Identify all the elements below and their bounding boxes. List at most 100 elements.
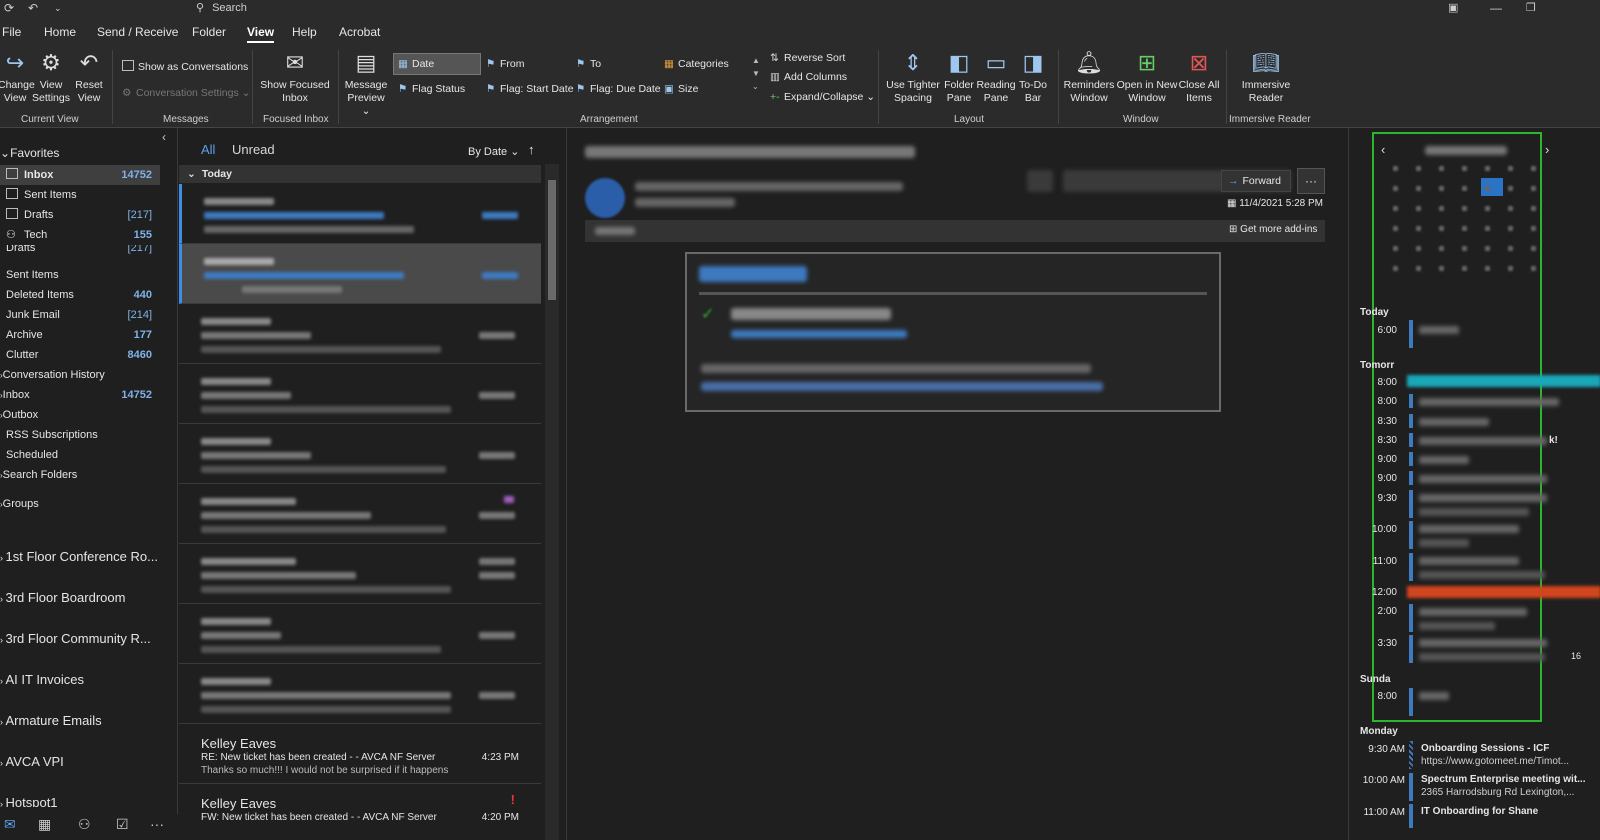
event-title-redacted[interactable] [1419,639,1547,647]
open-in-new-window-button[interactable]: ⊞ Open in New Window [1116,46,1178,105]
calendar-day-redacted[interactable] [1508,226,1513,231]
list-item[interactable] [179,304,541,364]
groups-header[interactable]: ›Groups [0,494,160,514]
reset-view-button[interactable]: ↶ Reset View [72,46,106,105]
calendar-day-redacted[interactable] [1531,166,1536,171]
event-title-redacted[interactable] [1419,557,1519,565]
folder-archive[interactable]: Archive 177 [0,325,160,345]
folder-sent-items[interactable]: Sent Items [0,265,160,285]
list-item[interactable] [179,484,541,544]
calendar-day-redacted[interactable] [1393,266,1398,271]
calendar-day-redacted[interactable] [1531,206,1536,211]
calendar-day-redacted[interactable] [1439,226,1444,231]
view-settings-button[interactable]: ⚙ View Settings [32,46,70,105]
calendar-day-redacted[interactable] [1416,206,1421,211]
calendar-day-redacted[interactable] [1416,166,1421,171]
favorite-drafts[interactable]: Drafts [217] [0,205,160,225]
event-title[interactable]: IT Onboarding for Shane [1421,806,1538,817]
show-as-conversations-checkbox[interactable]: Show as Conversations [122,60,248,73]
sync-icon[interactable]: ⟳ [4,1,14,15]
calendar-day-redacted[interactable] [1485,246,1490,251]
sort-direction-icon[interactable]: ↑ [528,142,535,157]
reminders-window-button[interactable]: 🔔︎ Reminders Window [1062,46,1116,105]
folder-clutter[interactable]: Clutter 8460 [0,345,160,365]
list-item[interactable] [179,664,541,724]
mail-icon[interactable]: ✉ [4,816,16,833]
calendar-day-redacted[interactable] [1508,186,1513,191]
list-item[interactable] [179,424,541,484]
action-button-redacted[interactable] [1027,170,1053,192]
shared-mailbox[interactable]: › AI IT Invoices [0,672,84,687]
shared-mailbox[interactable]: › 3rd Floor Community R... [0,631,151,646]
search-box[interactable]: ⚲ Search [196,0,456,16]
arrange-flag-due-button[interactable]: ⚑ Flag: Due Date [576,83,661,95]
calendar-day-redacted[interactable] [1393,166,1398,171]
arrange-flag-start-button[interactable]: ⚑ Flag: Start Date [486,83,574,95]
minimize-icon[interactable]: — [1490,1,1502,15]
calendar-day-redacted[interactable] [1439,246,1444,251]
favorite-sent-items[interactable]: Sent Items [0,185,160,205]
calendar-day-redacted[interactable] [1393,226,1398,231]
message-preview-button[interactable]: ▤ Message Preview ⌄ [342,46,390,118]
calendar-day-redacted[interactable] [1531,246,1536,251]
group-header-today[interactable]: ⌄ Today [179,165,541,183]
calendar-day-redacted[interactable] [1416,266,1421,271]
calendar-day-redacted[interactable] [1531,186,1536,191]
calendar-day-redacted[interactable] [1416,186,1421,191]
calendar-day-redacted[interactable] [1508,266,1513,271]
folder-drafts-partial[interactable]: Drafts [217] [0,245,160,255]
calendar-day-redacted[interactable] [1485,206,1490,211]
tab-unread[interactable]: Unread [232,142,275,157]
arrange-date-button[interactable]: ▦ Date [398,58,434,70]
calendar-day-redacted[interactable] [1439,206,1444,211]
arrange-to-button[interactable]: ⚑ To [576,58,601,70]
calendar-day-redacted[interactable] [1485,266,1490,271]
calendar-day-redacted[interactable] [1508,166,1513,171]
tab-help[interactable]: Help [292,25,317,39]
calendar-day-redacted[interactable] [1462,226,1467,231]
shared-mailbox[interactable]: › AVCA VPI [0,754,64,769]
event-title[interactable]: Spectrum Enterprise meeting wit... [1421,774,1585,785]
show-focused-inbox-button[interactable]: ✉ Show Focused Inbox [258,46,332,105]
close-all-items-button[interactable]: ⊠ Close All Items [1178,46,1220,105]
calendar-day-redacted[interactable] [1393,186,1398,191]
folder-junk-email[interactable]: Junk Email [214] [0,305,160,325]
favorite-inbox[interactable]: Inbox 14752 [0,165,160,185]
calendar-day-redacted[interactable] [1439,266,1444,271]
arrange-from-button[interactable]: ⚑ From [486,58,525,70]
message-list-scrollbar[interactable] [545,164,559,840]
favorites-header[interactable]: ⌄Favorites [0,146,59,160]
list-item[interactable] [179,184,541,244]
more-apps-icon[interactable]: ··· [150,816,164,832]
list-item[interactable]: Kelley Eaves FW: New ticket has been cre… [179,784,541,840]
event-title-redacted[interactable] [1419,692,1449,700]
calendar-day-redacted[interactable] [1393,206,1398,211]
event-title-redacted[interactable] [1419,418,1489,426]
event-title[interactable]: Onboarding Sessions - ICF [1421,743,1549,754]
folder-inbox[interactable]: ›Inbox 14752 [0,385,160,405]
favorite-tech[interactable]: ⚇ Tech 155 [0,225,160,245]
restore-ribbon-icon[interactable]: ▣ [1448,1,1458,14]
folder-conversation-history[interactable]: ›Conversation History [0,365,160,385]
calendar-day-redacted[interactable] [1393,246,1398,251]
add-columns-button[interactable]: ▥ Add Columns [770,71,847,83]
conversation-settings-button[interactable]: ⚙ Conversation Settings ⌄ [122,87,250,99]
arrangement-scroll-arrows[interactable]: ▲ ▼ ⌄ [752,54,760,93]
immersive-reader-button[interactable]: 📖︎ Immersive Reader [1236,46,1296,105]
todo-bar-button[interactable]: ◨ To-Do Bar [1016,46,1050,105]
event-title-redacted[interactable] [1419,608,1527,616]
folder-rss[interactable]: RSS Subscriptions [0,425,160,445]
calendar-day-redacted[interactable] [1485,226,1490,231]
tab-all[interactable]: All [201,142,215,157]
calendar-day-redacted[interactable] [1531,226,1536,231]
calendar-day-redacted[interactable] [1485,166,1490,171]
list-item[interactable] [179,544,541,604]
reading-pane-button[interactable]: ▭ Reading Pane [976,46,1016,105]
calendar-day-redacted[interactable] [1462,246,1467,251]
collapse-folder-pane-icon[interactable]: ‹ [162,130,166,144]
shared-mailbox[interactable]: › Armature Emails [0,713,102,728]
more-actions-button[interactable]: ··· [1297,168,1325,194]
reverse-sort-button[interactable]: ⇅ Reverse Sort [770,52,845,64]
shared-mailbox[interactable]: › Hotspot1 [0,795,58,807]
calendar-day-redacted[interactable] [1416,226,1421,231]
